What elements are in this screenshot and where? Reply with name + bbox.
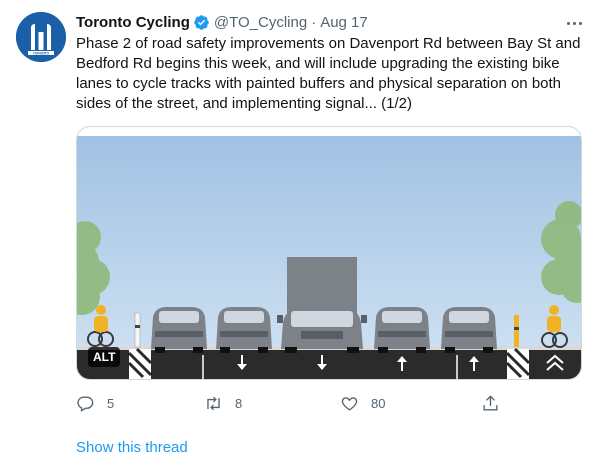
buffer-right: [505, 347, 531, 379]
street-illustration: [77, 127, 581, 379]
reply-button[interactable]: 5: [76, 392, 114, 414]
reply-icon: [77, 395, 94, 412]
share-button[interactable]: [481, 392, 500, 414]
svg-text:TORONTO: TORONTO: [33, 51, 50, 55]
share-icon: [483, 394, 498, 411]
action-bar: 5 8 80: [76, 392, 506, 414]
tweet-text: Phase 2 of road safety improvements on D…: [76, 35, 581, 112]
car-2: [216, 307, 272, 353]
city-logo-icon: TORONTO: [16, 12, 66, 62]
separator-dot: ·: [311, 13, 317, 31]
car-1: [151, 307, 207, 353]
avatar[interactable]: TORONTO: [16, 12, 66, 62]
alt-badge[interactable]: ALT: [88, 347, 121, 367]
car-3: [374, 307, 430, 353]
retweet-count: 8: [235, 395, 243, 411]
author-name[interactable]: Toronto Cycling: [76, 14, 190, 31]
like-button[interactable]: 80: [340, 392, 385, 414]
more-icon[interactable]: [562, 14, 586, 32]
show-thread-link[interactable]: Show this thread: [76, 439, 188, 456]
verified-badge-icon: [194, 14, 209, 30]
author-handle[interactable]: @TO_Cycling: [214, 14, 307, 31]
tweet-header: Toronto Cycling @TO_Cycling · Aug 17: [76, 12, 368, 32]
like-count: 80: [371, 395, 386, 411]
tweet-image[interactable]: [76, 126, 582, 380]
truck: [277, 257, 367, 353]
buffer-left: [127, 347, 153, 379]
retweet-button[interactable]: 8: [204, 392, 242, 414]
like-icon: [341, 396, 358, 411]
tweet-date[interactable]: Aug 17: [320, 14, 368, 31]
reply-count: 5: [107, 395, 115, 411]
retweet-icon: [207, 396, 220, 410]
car-4: [441, 307, 497, 353]
